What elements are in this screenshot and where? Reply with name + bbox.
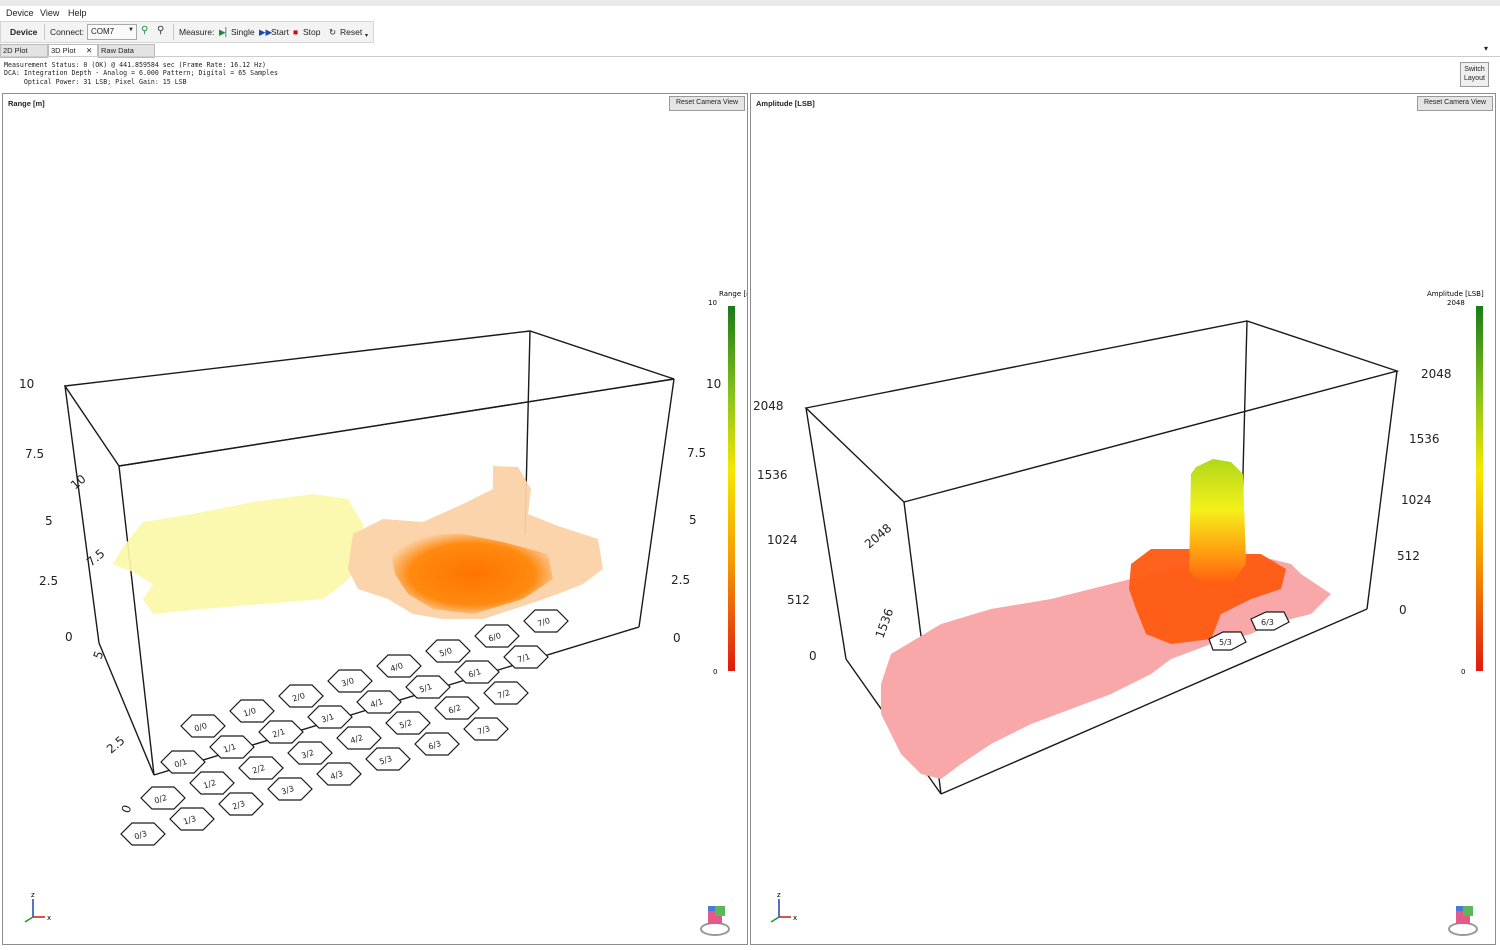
stop-icon[interactable]: ■ [293, 27, 298, 37]
connect-icon[interactable]: ⚲ [141, 25, 148, 36]
chevron-down-icon: ▼ [128, 27, 134, 33]
plot-box-front [118, 378, 675, 467]
z-tick: 5 [689, 513, 697, 527]
toolbar-separator [44, 24, 45, 40]
menu-view[interactable]: View [40, 8, 59, 18]
y-axis-ticks: 2048 1536 [862, 521, 896, 640]
amplitude-3d-plot[interactable]: 5/3 6/3 Amplitude [LSB] 2048 0 2048 1536… [751, 94, 1495, 944]
z-tick: 1536 [1409, 432, 1440, 446]
hex-floor-grid: 0/01/02/03/04/05/06/07/00/11/12/13/14/15… [120, 609, 569, 846]
toolbar: Device Connect: COM7 ▼ ⚲ ⚲ Measure: ▶▏ S… [0, 21, 374, 43]
y-tick: 0 [119, 803, 135, 815]
z-tick: 2.5 [39, 574, 58, 588]
measure-label: Measure: [179, 27, 215, 37]
port-value: COM7 [91, 27, 115, 36]
y-tick: 2.5 [104, 733, 128, 756]
hex-cell-label: 5/3 [1219, 638, 1232, 647]
axis-z-label: z [777, 891, 781, 899]
panel-title: Range [m] [8, 99, 45, 108]
colorbar-min: 0 [1461, 668, 1465, 676]
axis-x-label: x [793, 914, 797, 922]
colorbar-max: 10 [708, 299, 717, 307]
z-tick: 10 [706, 377, 721, 391]
hex-cell-label: 6/3 [1261, 618, 1274, 627]
z-tick: 512 [787, 593, 810, 607]
measurement-status: Measurement Status: 0 (OK) @ 441.859584 … [4, 61, 278, 86]
device-button[interactable]: Device [10, 27, 37, 37]
status-line: Optical Power: 31 LSB; Pixel Gain: 15 LS… [4, 77, 187, 86]
z-axis-right-ticks: 2048 1536 1024 512 0 [1397, 367, 1452, 617]
z-axis-left-ticks: 2048 1536 1024 512 0 [753, 399, 817, 663]
start-button[interactable]: Start [271, 27, 289, 37]
y-tick: 10 [68, 472, 89, 493]
z-tick: 512 [1397, 549, 1420, 563]
view-cube-icon[interactable] [700, 906, 730, 936]
menu-help[interactable]: Help [68, 8, 87, 18]
colorbar-title: Amplitude [LSB] [1427, 290, 1484, 298]
range-plot-panel[interactable]: 0/0 1/0 2/0 3/0 4/0 5/0 6/0 7/0 0/1 1/1 2/1 3/1 4/1 5… [2, 93, 748, 945]
colorbar-title: Range [m] [719, 290, 747, 298]
tab-label: 2D Plot [3, 46, 28, 55]
status-line: DCA: Integration Depth - Analog = 6.000 … [4, 69, 278, 78]
port-select[interactable]: COM7 ▼ [87, 24, 137, 40]
tab-overflow-icon[interactable]: ▾ [1484, 44, 1488, 53]
connect-label: Connect: [50, 27, 85, 37]
axis-triad: z x [24, 891, 51, 923]
panel-title: Amplitude [LSB] [756, 99, 815, 108]
tab-label: Raw Data [101, 46, 134, 55]
stop-button[interactable]: Stop [303, 27, 321, 37]
view-cube-icon[interactable] [1448, 906, 1478, 936]
amplitude-plot-panel[interactable]: 5/3 6/3 Amplitude [LSB] 2048 0 2048 1536… [750, 93, 1496, 945]
reset-icon[interactable]: ↻ [329, 27, 336, 38]
switch-layout-button[interactable]: Switch Layout [1460, 62, 1489, 87]
status-line: Measurement Status: 0 (OK) @ 441.859584 … [4, 61, 267, 69]
tab-divider [0, 56, 1500, 57]
axis-x-label: x [47, 914, 51, 922]
z-axis-right-ticks: 10 7.5 5 2.5 0 [671, 377, 721, 645]
amplitude-peak [1189, 459, 1246, 586]
y-axis-ticks: 10 7.5 5 2.5 0 [68, 472, 135, 815]
colorbar-min: 0 [713, 668, 717, 676]
reset-button[interactable]: Reset [340, 27, 362, 37]
toolbar-separator [173, 24, 174, 40]
y-tick: 5 [91, 649, 107, 661]
z-tick: 1536 [757, 468, 788, 482]
range-surface-far [113, 494, 363, 614]
axis-z-label: z [31, 891, 35, 899]
z-tick: 2048 [753, 399, 784, 413]
tab-label: 3D Plot [51, 46, 76, 55]
disconnect-icon[interactable]: ⚲ [157, 25, 164, 36]
z-tick: 10 [19, 377, 34, 391]
colorbar-max: 2048 [1447, 299, 1465, 307]
reset-camera-button[interactable]: Reset Camera View [1417, 96, 1493, 111]
z-tick: 2.5 [671, 573, 690, 587]
z-tick: 0 [65, 630, 73, 644]
colorbar [1476, 306, 1483, 671]
z-tick: 1024 [767, 533, 798, 547]
z-tick: 5 [45, 514, 53, 528]
switch-layout-label: Layout [1463, 75, 1486, 82]
z-tick: 0 [809, 649, 817, 663]
colorbar [728, 306, 735, 671]
single-button[interactable]: Single [231, 27, 255, 37]
y-tick: 7.5 [84, 546, 108, 569]
z-tick: 2048 [1421, 367, 1452, 381]
close-icon[interactable]: ✕ [86, 46, 92, 55]
menu-device[interactable]: Device [6, 8, 34, 18]
switch-layout-label: Switch [1464, 66, 1485, 73]
y-tick: 1536 [873, 607, 897, 640]
z-axis-left-ticks: 10 7.5 5 2.5 0 [19, 377, 73, 644]
z-tick: 7.5 [25, 447, 44, 461]
z-tick: 7.5 [687, 446, 706, 460]
y-tick: 2048 [862, 521, 894, 551]
z-tick: 0 [673, 631, 681, 645]
axis-triad: z x [770, 891, 797, 923]
z-tick: 0 [1399, 603, 1407, 617]
z-tick: 1024 [1401, 493, 1432, 507]
toolbar-overflow-icon[interactable]: ▾ [365, 32, 368, 39]
range-3d-plot[interactable]: 0/01/02/03/04/05/06/07/00/11/12/13/14/15… [3, 94, 747, 944]
menu-bar: Device View Help [0, 6, 1500, 21]
reset-camera-button[interactable]: Reset Camera View [669, 96, 745, 111]
